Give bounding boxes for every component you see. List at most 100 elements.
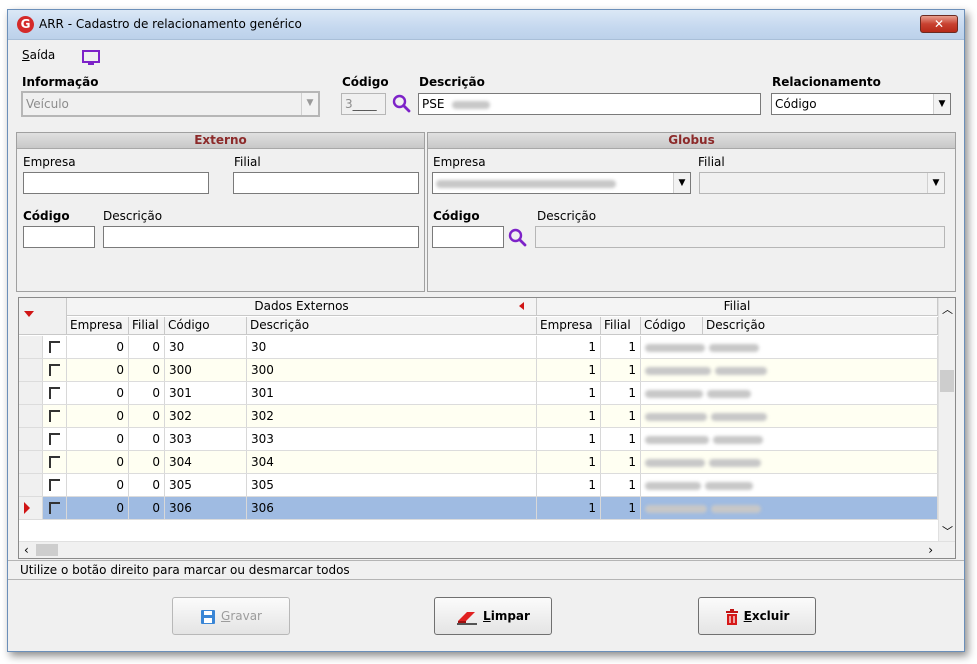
externo-descricao-label: Descrição <box>103 209 163 223</box>
limpar-mnemonic: L <box>483 609 491 623</box>
col-header-codigo[interactable]: Código <box>165 317 247 335</box>
checkbox-icon[interactable] <box>49 502 60 514</box>
externo-title: Externo <box>17 133 424 149</box>
table-row[interactable]: 0 0 302 302 1 1 <box>19 405 938 428</box>
cell-globus-redacted <box>641 382 938 404</box>
redacted-text <box>645 366 711 375</box>
redacted-text <box>645 412 707 421</box>
cell-filial: 0 <box>129 336 165 358</box>
scroll-thumb[interactable] <box>940 370 954 392</box>
globus-codigo-field[interactable] <box>432 226 504 248</box>
cell-codigo: 300 <box>165 359 247 381</box>
row-checkbox[interactable] <box>43 405 67 427</box>
table-row[interactable]: 0 0 305 305 1 1 <box>19 474 938 497</box>
row-indicator[interactable] <box>19 497 43 519</box>
limpar-button[interactable]: Limpar <box>434 597 552 635</box>
chevron-down-icon[interactable]: ▼ <box>673 173 690 193</box>
row-checkbox[interactable] <box>43 474 67 496</box>
col-header-globus-empresa[interactable]: Empresa <box>537 317 601 335</box>
checkbox-icon[interactable] <box>49 456 60 468</box>
cell-descricao: 302 <box>247 405 537 427</box>
scroll-up-icon[interactable]: ︿ <box>942 301 953 317</box>
row-indicator[interactable] <box>19 405 43 427</box>
row-checkbox[interactable] <box>43 428 67 450</box>
row-checkbox[interactable] <box>43 336 67 358</box>
checkbox-icon[interactable] <box>49 341 60 353</box>
horizontal-scrollbar[interactable]: ‹ › <box>19 541 955 558</box>
redacted-text <box>436 179 616 188</box>
cell-descricao: 306 <box>247 497 537 519</box>
checkbox-icon[interactable] <box>49 410 60 422</box>
close-button[interactable]: ✕ <box>920 15 958 33</box>
externo-descricao-field[interactable] <box>103 226 419 248</box>
informacao-combo[interactable]: Veículo ▼ <box>21 91 320 117</box>
globus-empresa-select[interactable]: ▼ <box>432 172 691 194</box>
externo-codigo-field[interactable] <box>23 226 95 248</box>
cell-globus-filial: 1 <box>601 497 641 519</box>
chevron-down-icon[interactable]: ▼ <box>933 94 950 114</box>
externo-empresa-field[interactable] <box>23 172 209 194</box>
row-indicator[interactable] <box>19 359 43 381</box>
globus-descricao-field[interactable] <box>535 226 945 248</box>
table-row[interactable]: 0 0 303 303 1 1 <box>19 428 938 451</box>
row-indicator[interactable] <box>19 382 43 404</box>
row-indicator[interactable] <box>19 451 43 473</box>
externo-filial-field[interactable] <box>233 172 419 194</box>
checkbox-icon[interactable] <box>49 433 60 445</box>
globus-filial-select[interactable]: ▼ <box>699 172 945 194</box>
scroll-thumb-horizontal[interactable] <box>36 544 58 556</box>
vertical-scrollbar[interactable]: ︿ ﹀ <box>938 298 955 541</box>
col-header-globus-descricao[interactable]: Descrição <box>703 317 938 335</box>
redacted-text <box>645 504 707 513</box>
cell-filial: 0 <box>129 451 165 473</box>
col-header-descricao[interactable]: Descrição <box>247 317 537 335</box>
row-checkbox[interactable] <box>43 451 67 473</box>
col-header-globus-filial[interactable]: Filial <box>601 317 641 335</box>
relacionamento-label: Relacionamento <box>772 75 881 89</box>
checkbox-icon[interactable] <box>49 387 60 399</box>
collapse-left-icon[interactable] <box>518 302 526 312</box>
table-row[interactable]: 0 0 30 30 1 1 <box>19 336 938 359</box>
eraser-icon <box>457 611 478 625</box>
row-checkbox[interactable] <box>43 497 67 519</box>
scroll-left-icon[interactable]: ‹ <box>24 543 29 557</box>
limpar-label: impar <box>490 609 530 623</box>
relacionamento-select[interactable]: Código ▼ <box>771 93 951 115</box>
checkbox-icon[interactable] <box>49 364 60 376</box>
scroll-right-icon[interactable]: › <box>928 543 933 557</box>
chevron-down-icon[interactable]: ▼ <box>927 173 944 193</box>
cell-codigo: 304 <box>165 451 247 473</box>
col-header-globus-codigo[interactable]: Código <box>641 317 703 335</box>
monitor-icon[interactable] <box>82 50 100 66</box>
row-indicator[interactable] <box>19 474 43 496</box>
menu-saida-label: aída <box>29 48 56 62</box>
cell-empresa: 0 <box>67 405 129 427</box>
redacted-text <box>645 458 705 467</box>
chevron-down-icon[interactable]: ▼ <box>301 93 318 115</box>
sort-down-icon[interactable] <box>23 310 37 320</box>
row-indicator[interactable] <box>19 336 43 358</box>
row-checkbox[interactable] <box>43 382 67 404</box>
menu-saida[interactable]: Saída <box>22 48 55 62</box>
row-checkbox[interactable] <box>43 359 67 381</box>
search-icon[interactable] <box>508 228 527 247</box>
cell-filial: 0 <box>129 497 165 519</box>
title-bar: G ARR - Cadastro de relacionamento genér… <box>8 10 964 40</box>
checkbox-icon[interactable] <box>49 479 60 491</box>
cell-descricao: 305 <box>247 474 537 496</box>
descricao-field[interactable]: PSE <box>418 93 761 115</box>
excluir-button[interactable]: Excluir <box>698 597 816 635</box>
grid-group-dados-externos: Dados Externos <box>67 298 537 316</box>
scroll-down-icon[interactable]: ﹀ <box>942 523 953 539</box>
row-indicator[interactable] <box>19 428 43 450</box>
search-icon[interactable] <box>392 94 411 113</box>
table-row[interactable]: 0 0 306 306 1 1 <box>19 497 938 520</box>
table-row[interactable]: 0 0 301 301 1 1 <box>19 382 938 405</box>
table-row[interactable]: 0 0 300 300 1 1 <box>19 359 938 382</box>
gravar-button[interactable]: Gravar <box>172 597 290 635</box>
col-header-empresa[interactable]: Empresa <box>67 317 129 335</box>
codigo-field[interactable]: 3____ <box>341 93 386 115</box>
col-header-filial[interactable]: Filial <box>129 317 165 335</box>
descricao-label: Descrição <box>419 75 485 89</box>
table-row[interactable]: 0 0 304 304 1 1 <box>19 451 938 474</box>
